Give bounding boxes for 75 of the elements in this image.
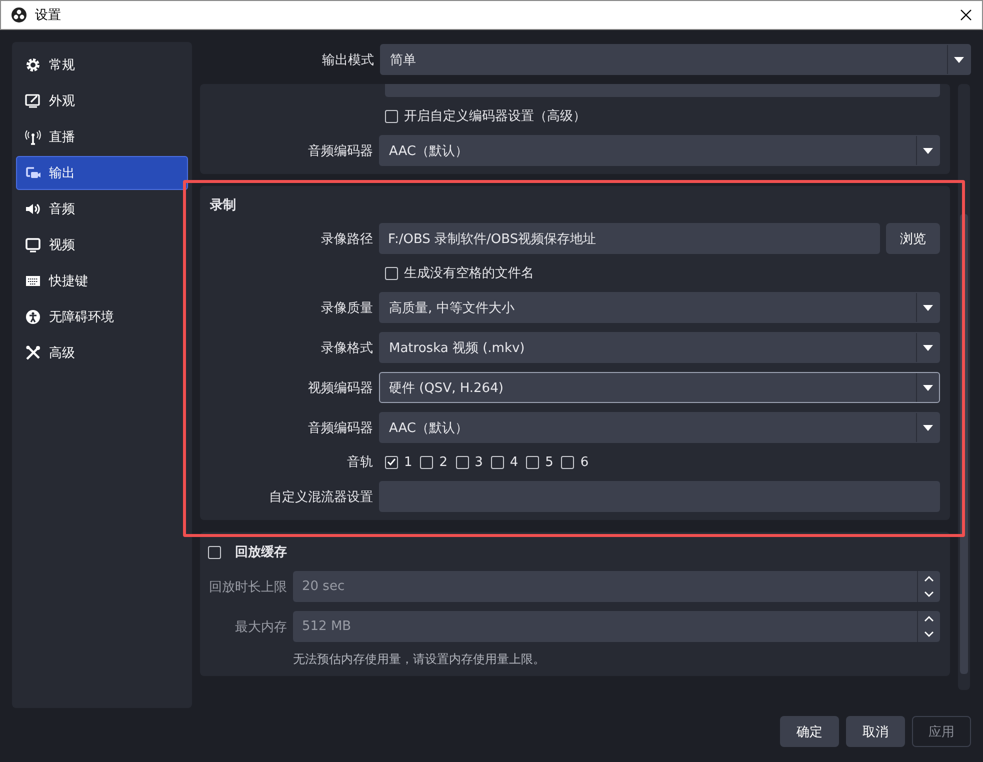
- sidebar-item[interactable]: 直播: [16, 120, 188, 154]
- field-label: 自定义混流器设置: [268, 488, 374, 506]
- path-field[interactable]: F:/OBS 录制软件/OBS视频保存地址: [379, 223, 880, 254]
- checkbox[interactable]: [561, 456, 574, 468]
- dropdown-arrow-icon[interactable]: [923, 148, 933, 154]
- checkbox[interactable]: [208, 546, 221, 558]
- chevron-down-icon[interactable]: [924, 631, 934, 638]
- field-label: 视频编码器: [307, 380, 374, 396]
- speaker-icon: [25, 201, 41, 217]
- gear-icon: [25, 57, 41, 73]
- window-title: 设置: [35, 7, 62, 24]
- checkbox[interactable]: [420, 456, 434, 468]
- field-label: 最大内存: [234, 618, 288, 636]
- track-number: 4: [510, 454, 518, 470]
- dropdown[interactable]: Matroska 视频 (.mkv): [379, 332, 940, 363]
- checkbox[interactable]: [456, 456, 469, 468]
- track-number: 3: [474, 454, 483, 470]
- field-label: 音频编码器: [307, 142, 374, 160]
- sidebar-item[interactable]: 外观: [16, 84, 188, 118]
- checkbox[interactable]: [385, 266, 398, 280]
- dialog-button[interactable]: 确定: [780, 716, 839, 747]
- sidebar-item[interactable]: 高级: [16, 336, 188, 370]
- dropdown-arrow-icon[interactable]: [923, 384, 933, 390]
- sidebar-item[interactable]: 视频: [16, 228, 188, 262]
- group-title: 回放缓存: [235, 544, 287, 561]
- spin-box[interactable]: 512 MB: [293, 611, 940, 642]
- output-icon: [25, 165, 41, 181]
- checkbox[interactable]: [385, 110, 398, 122]
- field-label: 录像质量: [320, 300, 374, 316]
- dropdown-arrow-icon[interactable]: [923, 304, 933, 310]
- close-icon[interactable]: [960, 9, 972, 21]
- tools-icon: [25, 345, 41, 361]
- dropdown[interactable]: AAC（默认）: [379, 412, 940, 443]
- checkbox[interactable]: [385, 456, 398, 468]
- sidebar-item[interactable]: 无障碍环境: [16, 300, 188, 334]
- chevron-up-icon[interactable]: [924, 616, 934, 622]
- chevron-up-icon[interactable]: [924, 576, 934, 582]
- field-label: 录像路径: [320, 230, 374, 248]
- field-label: 录像格式: [320, 340, 374, 356]
- spin-box[interactable]: 20 sec: [293, 571, 940, 602]
- browse-button[interactable]: 浏览: [886, 223, 940, 254]
- group-title: 录制: [209, 197, 237, 214]
- info-text: 无法预估内存使用量，请设置内存使用量上限。: [293, 651, 546, 668]
- dropdown[interactable]: 硬件 (QSV, H.264): [379, 372, 940, 403]
- field-label: 音频编码器: [307, 420, 374, 436]
- appearance-icon: [25, 93, 41, 109]
- dropdown-arrow-icon[interactable]: [923, 344, 933, 350]
- text-field[interactable]: [379, 481, 940, 512]
- sidebar-item[interactable]: 输出: [16, 156, 188, 190]
- sidebar-item[interactable]: 常规: [16, 48, 188, 82]
- monitor-icon: [25, 237, 41, 253]
- track-number: 5: [545, 454, 554, 470]
- track-number: 1: [404, 454, 412, 470]
- dropdown-arrow-icon[interactable]: [923, 424, 933, 430]
- sidebar-item[interactable]: 音频: [16, 192, 188, 226]
- chevron-down-icon[interactable]: [924, 591, 934, 598]
- dropdown[interactable]: 简单: [380, 44, 971, 75]
- keyboard-icon: [25, 273, 41, 289]
- field-label: 回放时长上限: [208, 578, 288, 596]
- dropdown[interactable]: 高质量, 中等文件大小: [379, 292, 940, 323]
- checkbox-label: 生成没有空格的文件名: [404, 265, 534, 282]
- dialog-button[interactable]: 取消: [846, 716, 905, 747]
- track-number: 2: [439, 454, 448, 470]
- app-logo-icon: [11, 7, 27, 23]
- checkbox[interactable]: [526, 456, 540, 468]
- antenna-icon: [25, 129, 41, 145]
- dropdown-arrow-icon[interactable]: [954, 56, 964, 62]
- field-label: 输出模式: [321, 52, 375, 68]
- accessibility-icon: [25, 309, 41, 325]
- checkbox-label: 开启自定义编码器设置（高级）: [404, 108, 586, 125]
- field-label: 音轨: [346, 454, 374, 471]
- track-number: 6: [580, 454, 589, 470]
- checkbox[interactable]: [490, 456, 504, 468]
- dropdown[interactable]: AAC（默认）: [379, 135, 940, 166]
- sidebar-item[interactable]: 快捷键: [16, 264, 188, 298]
